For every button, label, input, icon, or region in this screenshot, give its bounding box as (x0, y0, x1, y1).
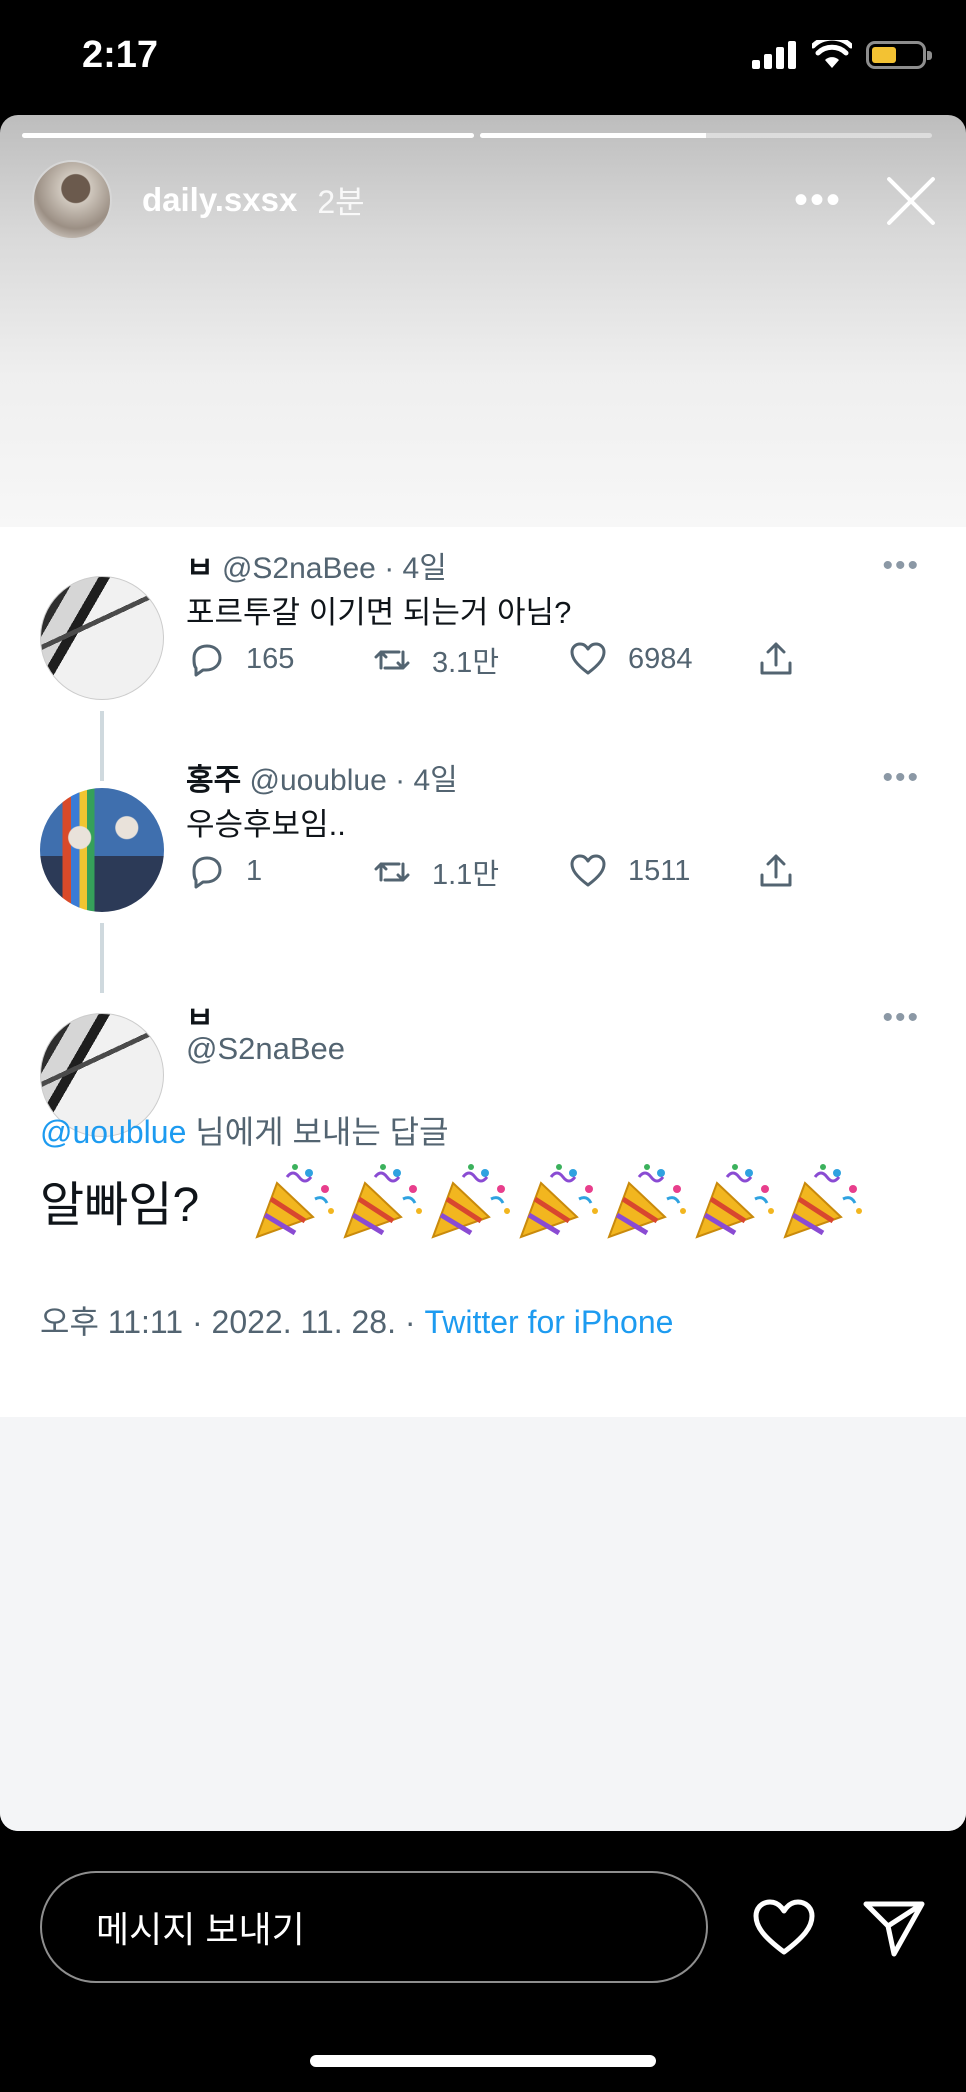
replying-to: @uoublue 님에게 보내는 답글 (40, 1107, 449, 1153)
story-progress-bar (22, 133, 944, 138)
party-popper-icon (251, 1159, 337, 1241)
like-count: 1511 (568, 851, 690, 891)
tweet-author-name: 홍주 (186, 764, 242, 797)
party-popper-icon (779, 1159, 865, 1241)
status-time: 2:17 (82, 34, 159, 76)
retweet-icon (374, 650, 410, 670)
tweet-text: 우승후보임.. (186, 807, 346, 842)
tweet-handle: @S2naBee (221, 552, 376, 585)
story-user-avatar[interactable] (32, 160, 112, 240)
reply-count-label: 165 (246, 642, 295, 675)
tweet-meta: 오후 11:11 · 2022. 11. 28. · Twitter for i… (40, 1297, 673, 1343)
reply-icon (192, 856, 222, 889)
tweet-age: · 4일 (395, 764, 458, 797)
status-icons (752, 40, 932, 70)
share-icon (760, 854, 792, 887)
tweet-more-icon: ••• (882, 1001, 920, 1034)
story-time-ago: 2분 (317, 184, 365, 220)
tweet-timestamp: 오후 11:11 · 2022. 11. 28. · (40, 1304, 425, 1340)
story-background-bottom (0, 1417, 966, 1831)
share-action (756, 639, 796, 679)
tweet-more-icon: ••• (882, 761, 920, 794)
cellular-signal-icon (752, 41, 796, 69)
tweet-header: 홍주 @uoublue · 4일 (186, 755, 458, 799)
avatar (40, 576, 164, 700)
tweet-author-name: ㅂ (186, 552, 214, 585)
message-input[interactable]: 메시지 보내기 (40, 1871, 708, 1983)
party-popper-icon (515, 1159, 601, 1241)
heart-icon[interactable] (748, 1892, 820, 1964)
send-icon[interactable] (858, 1892, 930, 1964)
avatar (40, 788, 164, 912)
story-header: daily.sxsx 2분 ••• (32, 160, 938, 240)
reply-count: 165 (186, 639, 294, 679)
like-count-label: 1511 (628, 854, 691, 887)
status-bar: 2:17 (0, 0, 966, 115)
story-username[interactable]: daily.sxsx (142, 181, 297, 219)
retweet-count-label: 1.1만 (432, 859, 499, 891)
party-emoji-row (249, 1159, 865, 1241)
share-icon (760, 642, 792, 675)
reply-icon (192, 644, 222, 677)
replying-to-handle: @uoublue (40, 1114, 187, 1150)
retweet-icon (374, 862, 410, 882)
retweet-count: 3.1만 (372, 639, 499, 681)
thread-connector (100, 711, 104, 781)
heart-icon (570, 642, 606, 675)
battery-icon (866, 41, 932, 69)
like-count: 6984 (568, 639, 693, 679)
close-icon[interactable] (882, 172, 938, 228)
party-popper-icon (427, 1159, 513, 1241)
story-progress-segment-2 (480, 133, 932, 138)
tweet-text: 포르투갈 이기면 되는거 아님? (186, 595, 572, 630)
home-indicator (310, 2055, 656, 2067)
tweet-handle: @S2naBee (186, 1031, 346, 1066)
heart-icon (570, 854, 606, 887)
tweet-header: ㅂ @S2naBee · 4일 (186, 543, 447, 587)
tweet-age: · 4일 (384, 552, 447, 585)
share-action (756, 851, 796, 891)
tweet-source: Twitter for iPhone (424, 1304, 674, 1340)
main-tweet-text: 알빠임? (40, 1159, 865, 1241)
retweet-count: 1.1만 (372, 851, 499, 893)
tweet-handle: @uoublue (249, 764, 387, 797)
replying-to-suffix: 님에게 보내는 답글 (186, 1114, 449, 1150)
story-card[interactable]: daily.sxsx 2분 ••• ㅂ @S2naBee · 4일 ••• 포르… (0, 115, 966, 1831)
like-count-label: 6984 (628, 642, 693, 675)
tweet-actions: 1 1.1만 1511 (186, 851, 806, 895)
more-options-icon[interactable]: ••• (794, 180, 842, 220)
retweet-count-label: 3.1만 (432, 647, 499, 679)
tweet-actions: 165 3.1만 6984 (186, 639, 806, 683)
reply-count-label: 1 (246, 854, 263, 887)
thread-connector (100, 923, 104, 993)
story-progress-segment-1 (22, 133, 474, 138)
party-popper-icon (691, 1159, 777, 1241)
tweet-screenshot: ㅂ @S2naBee · 4일 ••• 포르투갈 이기면 되는거 아님? 165… (0, 527, 966, 1417)
party-popper-icon (603, 1159, 689, 1241)
wifi-icon (812, 40, 852, 68)
reply-count: 1 (186, 851, 262, 891)
party-popper-icon (339, 1159, 425, 1241)
main-tweet-body: 알빠임? (40, 1179, 200, 1232)
tweet-more-icon: ••• (882, 549, 920, 582)
